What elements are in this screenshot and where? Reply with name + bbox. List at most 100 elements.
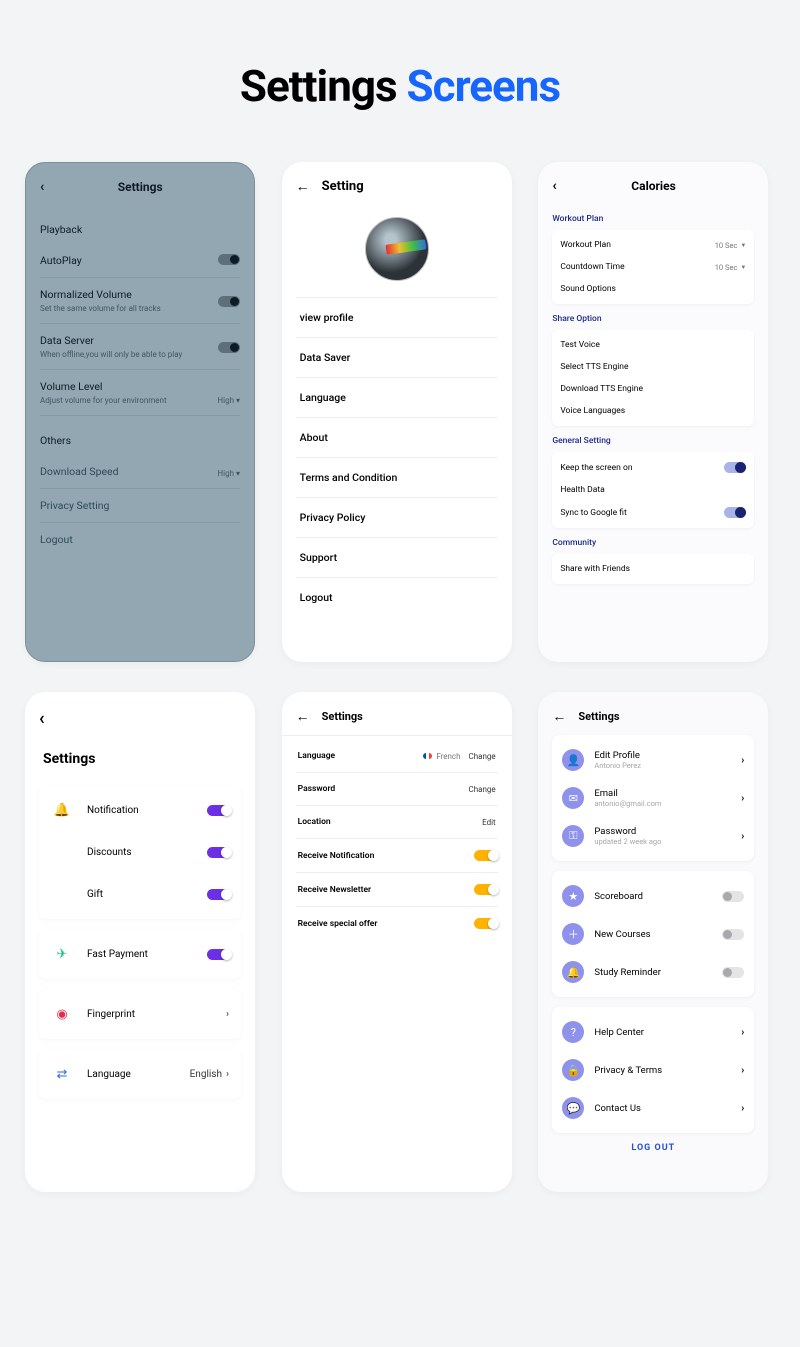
row-help-center[interactable]: ? Help Center › (562, 1013, 744, 1051)
item-language[interactable]: Language (296, 377, 498, 417)
row-contact-us[interactable]: 💬 Contact Us › (562, 1089, 744, 1127)
row-workout-plan[interactable]: Workout Plan 10 Sec▼ (560, 234, 746, 256)
notification-toggle[interactable] (207, 805, 229, 816)
language-change-link[interactable]: Change (469, 752, 496, 761)
volume-sub: Adjust volume for your environment (40, 396, 190, 405)
row-keep-screen-on[interactable]: Keep the screen on (560, 456, 746, 479)
language-value: English (190, 1069, 222, 1080)
contact-title: Contact Us (594, 1103, 731, 1114)
dropdown-icon: ▼ (740, 264, 746, 271)
back-arrow-icon[interactable]: ← (296, 178, 310, 195)
row-test-voice[interactable]: Test Voice (560, 334, 746, 356)
item-privacy-policy[interactable]: Privacy Policy (296, 497, 498, 537)
group-general-setting: General Setting (552, 436, 754, 446)
profile-sub: Antonio Perez (594, 761, 731, 770)
row-scoreboard[interactable]: ★ Scoreboard (562, 877, 744, 915)
google-fit-label: Sync to Google fit (560, 508, 626, 518)
translate-icon: ⇄ (51, 1063, 73, 1085)
normalized-toggle[interactable] (218, 296, 240, 307)
avatar[interactable] (365, 217, 429, 281)
row-download-speed[interactable]: Download Speed High▾ (40, 455, 240, 489)
language-label: Language (87, 1069, 131, 1080)
header-title: Settings (578, 710, 754, 723)
row-privacy-terms[interactable]: 🔒 Privacy & Terms › (562, 1051, 744, 1089)
item-terms[interactable]: Terms and Condition (296, 457, 498, 497)
row-language[interactable]: Language French Change (296, 740, 498, 773)
screen-calories: ‹ Calories Workout Plan Workout Plan 10 … (538, 162, 768, 662)
logout-button[interactable]: LOG OUT (552, 1143, 754, 1153)
chevron-right-icon: › (741, 793, 744, 804)
fastpayment-toggle[interactable] (207, 949, 229, 960)
title-part2: Screens (407, 60, 561, 112)
card-language[interactable]: ⇄ Language English› (39, 1049, 241, 1099)
section-others: Others (40, 434, 240, 447)
row-password[interactable]: ⚿ Passwordupdated 2 week ago › (562, 817, 744, 855)
row-receive-newsletter[interactable]: Receive Newsletter (296, 873, 498, 907)
header-title: Settings (322, 710, 498, 723)
location-edit-link[interactable]: Edit (482, 818, 496, 827)
card-fingerprint[interactable]: ◉ Fingerprint › (39, 989, 241, 1039)
row-sound-options[interactable]: Sound Options (560, 278, 746, 300)
row-normalized-volume[interactable]: Normalized Volume Set the same volume fo… (40, 278, 240, 324)
french-flag-icon (423, 753, 432, 759)
row-special-offer[interactable]: Receive special offer (296, 907, 498, 940)
item-support[interactable]: Support (296, 537, 498, 577)
autoplay-toggle[interactable] (218, 254, 240, 265)
google-fit-toggle[interactable] (724, 507, 746, 518)
language-label: Language (298, 751, 424, 761)
row-location[interactable]: Location Edit (296, 806, 498, 839)
back-arrow-icon[interactable]: ← (296, 708, 310, 725)
row-download-tts[interactable]: Download TTS Engine (560, 378, 746, 400)
chevron-right-icon: › (741, 755, 744, 766)
row-logout[interactable]: Logout (40, 523, 240, 556)
row-password[interactable]: Password Change (296, 773, 498, 806)
row-new-courses[interactable]: ＋ New Courses (562, 915, 744, 953)
item-logout[interactable]: Logout (296, 577, 498, 617)
notif-toggle[interactable] (474, 850, 496, 861)
row-notification[interactable]: 🔔 Notification (51, 799, 229, 831)
item-about[interactable]: About (296, 417, 498, 457)
download-tts-label: Download TTS Engine (560, 384, 643, 394)
courses-toggle[interactable] (722, 929, 744, 940)
help-title: Help Center (594, 1027, 731, 1038)
item-view-profile[interactable]: view profile (296, 297, 498, 337)
row-discounts[interactable]: Discounts (51, 831, 229, 873)
row-autoplay[interactable]: AutoPlay (40, 244, 240, 278)
card-fast-payment[interactable]: ✈ Fast Payment (39, 929, 241, 979)
screen-on-toggle[interactable] (724, 462, 746, 473)
password-change-link[interactable]: Change (469, 785, 496, 794)
row-select-tts[interactable]: Select TTS Engine (560, 356, 746, 378)
row-voice-lang[interactable]: Voice Languages (560, 400, 746, 422)
newsletter-toggle[interactable] (474, 884, 496, 895)
row-health-data[interactable]: Health Data (560, 479, 746, 501)
offer-toggle[interactable] (474, 918, 496, 929)
row-privacy-setting[interactable]: Privacy Setting (40, 489, 240, 523)
card-workout: Workout Plan 10 Sec▼ Countdown Time 10 S… (552, 230, 754, 304)
dataserver-toggle[interactable] (218, 342, 240, 353)
row-data-server[interactable]: Data Server When offline,you will only b… (40, 324, 240, 370)
countdown-label: Countdown Time (560, 262, 624, 272)
gift-toggle[interactable] (207, 889, 229, 900)
row-study-reminder[interactable]: 🔔 Study Reminder (562, 953, 744, 991)
row-share-friends[interactable]: Share with Friends (560, 558, 746, 580)
row-email[interactable]: ✉ Emailantonio@gmail.com › (562, 779, 744, 817)
reminder-toggle[interactable] (722, 967, 744, 978)
row-receive-notification[interactable]: Receive Notification (296, 839, 498, 873)
privacy-title: Privacy & Terms (594, 1065, 731, 1076)
row-volume-level[interactable]: Volume Level Adjust volume for your envi… (40, 370, 240, 416)
back-arrow-icon[interactable]: ← (552, 708, 566, 725)
scoreboard-toggle[interactable] (722, 891, 744, 902)
item-data-saver[interactable]: Data Saver (296, 337, 498, 377)
discounts-toggle[interactable] (207, 847, 229, 858)
send-icon: ✈ (51, 943, 73, 965)
row-edit-profile[interactable]: 👤 Edit ProfileAntonio Perez › (562, 741, 744, 779)
card-support: ? Help Center › 🔒 Privacy & Terms › 💬 Co… (552, 1007, 754, 1133)
back-icon[interactable]: ‹ (39, 708, 45, 729)
screen-playback-settings: ‹ Settings Playback AutoPlay Normalized … (25, 162, 255, 662)
row-gift[interactable]: Gift (51, 873, 229, 905)
countdown-value: 10 Sec (715, 263, 738, 272)
volume-value: High (217, 396, 234, 405)
password-sub: updated 2 week ago (594, 837, 731, 846)
row-sync-google-fit[interactable]: Sync to Google fit (560, 501, 746, 524)
row-countdown-time[interactable]: Countdown Time 10 Sec▼ (560, 256, 746, 278)
